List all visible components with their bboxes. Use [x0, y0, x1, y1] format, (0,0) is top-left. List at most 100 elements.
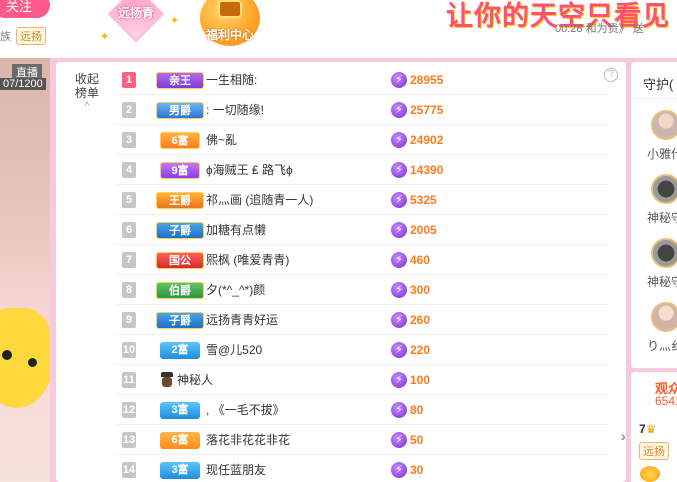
- user-name[interactable]: 祁灬画 (追随青一人): [206, 185, 313, 215]
- user-name[interactable]: 一生相随:: [206, 65, 257, 95]
- chevron-right-icon[interactable]: ›: [621, 428, 626, 444]
- rank-row[interactable]: 9 子爵 远扬青青好运 ⚡ 260: [116, 305, 608, 335]
- user-name[interactable]: : 一切随缘!: [206, 95, 264, 125]
- rank-row[interactable]: 7 国公 熙枫 (唯爱青青) ⚡ 460: [116, 245, 608, 275]
- gift-label: 远扬青: [117, 6, 154, 20]
- video-content: [2, 350, 12, 360]
- rank-badge: 3富: [160, 402, 200, 419]
- user-name[interactable]: 神秘人: [177, 365, 213, 395]
- chevron-up-icon: ^: [84, 101, 90, 112]
- rank-row[interactable]: 14 3富 现任蓝朋友 ⚡ 30: [116, 455, 608, 482]
- rank-number: 5: [122, 192, 136, 208]
- rank-number: 12: [122, 402, 136, 418]
- sparkle-icon: ✦: [100, 31, 110, 43]
- rank-row[interactable]: 2 男爵: 一切随缘! ⚡ 25775: [116, 95, 608, 125]
- viewers-panel: 观众 6541 7♛ 远扬: [631, 372, 677, 482]
- contribution-score: 100: [410, 373, 431, 387]
- collapse-label: 收起: [74, 72, 99, 86]
- lightning-icon: ⚡: [391, 432, 407, 448]
- rank-number: 11: [122, 372, 136, 388]
- guard-name: 神秘守: [647, 275, 677, 289]
- user-name[interactable]: 现任蓝朋友: [206, 455, 266, 482]
- lightning-icon: ⚡: [391, 252, 407, 268]
- rank-row[interactable]: 6 子爵 加糖有点懒 ⚡ 2005: [116, 215, 608, 245]
- lightning-icon: ⚡: [391, 222, 407, 238]
- rank-row[interactable]: 4 9富 ɸ海贼王 ₤ 路飞ɸ ⚡ 14390: [116, 155, 608, 185]
- rank-badge: 伯爵: [156, 282, 204, 299]
- sparkle-icon: ✦: [170, 15, 180, 27]
- user-name[interactable]: , 《一毛不拔》: [206, 395, 285, 425]
- rank-row[interactable]: 8 伯爵 夕(*^_^*)颜 ⚡ 300: [116, 275, 608, 305]
- rank-row[interactable]: 11 神秘人 ⚡ 100: [116, 365, 608, 395]
- gift-banner[interactable]: 远扬青: [107, 0, 165, 43]
- guard-name: り灬纟: [647, 339, 677, 353]
- rank-number: 3: [122, 132, 136, 148]
- lightning-icon: ⚡: [391, 72, 407, 88]
- rank-badge: 男爵: [156, 102, 204, 119]
- rank-number: 8: [122, 282, 136, 298]
- lightning-icon: ⚡: [391, 192, 407, 208]
- guard-name: 神秘守: [647, 211, 677, 225]
- lightning-icon: ⚡: [391, 372, 407, 388]
- collapse-label: 榜单: [74, 86, 99, 100]
- user-name[interactable]: 佛~亂: [206, 125, 237, 155]
- user-name[interactable]: 夕(*^_^*)颜: [206, 275, 265, 305]
- mystery-avatar-icon: [651, 174, 677, 204]
- contribution-score: 260: [410, 313, 431, 327]
- lightning-icon: ⚡: [391, 132, 407, 148]
- rank-badge: 6富: [160, 432, 200, 449]
- contribution-score: 220: [410, 343, 431, 357]
- rank-badge: 6富: [160, 132, 200, 149]
- fan-badge: 远扬: [16, 27, 46, 45]
- video-content: [28, 358, 37, 367]
- user-name[interactable]: ɸ海贼王 ₤ 路飞ɸ: [206, 155, 293, 185]
- avatar: [651, 302, 677, 332]
- contribution-score: 460: [410, 253, 431, 267]
- fans-label: 族: [0, 31, 11, 43]
- divider: [631, 98, 677, 99]
- viewer-level: 7♛: [639, 422, 656, 436]
- rank-number: 9: [122, 312, 136, 328]
- gift-icon[interactable]: [640, 466, 660, 482]
- contribution-score: 2005: [410, 223, 437, 237]
- crown-icon: ♛: [645, 422, 657, 436]
- lightning-icon: ⚡: [391, 312, 407, 328]
- user-name[interactable]: 落花非花花非花: [206, 425, 290, 455]
- lightning-icon: ⚡: [391, 282, 407, 298]
- user-name[interactable]: 熙枫 (唯爱青青): [206, 245, 289, 275]
- guard-item[interactable]: り灬纟: [631, 302, 677, 366]
- treasure-chest-icon: [218, 0, 242, 18]
- rank-number: 1: [122, 72, 136, 88]
- user-name[interactable]: 雪@儿520: [206, 335, 262, 365]
- user-name[interactable]: 加糖有点懒: [206, 215, 266, 245]
- collapse-rank-button[interactable]: 收起 榜单 ^: [72, 72, 102, 114]
- contribution-score: 24902: [410, 133, 444, 147]
- guard-item[interactable]: 神秘守: [631, 238, 677, 302]
- rank-badge: 2富: [160, 342, 200, 359]
- rank-number: 13: [122, 432, 136, 448]
- rank-row[interactable]: 13 6富 落花非花花非花 ⚡ 50: [116, 425, 608, 455]
- avatar: [651, 110, 677, 140]
- contribution-score: 25775: [410, 103, 444, 117]
- contribution-score: 28955: [410, 73, 444, 87]
- mystery-body: [162, 377, 172, 387]
- viewer-count: 07/1200: [0, 78, 46, 90]
- follow-button[interactable]: 关注: [0, 0, 50, 18]
- rank-badge: 子爵: [156, 222, 204, 239]
- rank-row[interactable]: 5 王爵 祁灬画 (追随青一人) ⚡ 5325: [116, 185, 608, 215]
- rank-badge: 亲王: [156, 72, 204, 89]
- rank-badge: 9富: [160, 162, 200, 179]
- rank-badge: 3富: [160, 462, 200, 479]
- welfare-center-button[interactable]: 福利中心: [200, 0, 260, 50]
- rank-row[interactable]: 1 亲王 一生相随: ⚡ 28955: [116, 65, 608, 95]
- rank-row[interactable]: 10 2富 雪@儿520 ⚡ 220: [116, 335, 608, 365]
- video-preview[interactable]: 直播 07/1200: [0, 58, 50, 482]
- guard-item[interactable]: 神秘守: [631, 174, 677, 238]
- rank-row[interactable]: 12 3富 , 《一毛不拔》 ⚡ 80: [116, 395, 608, 425]
- guard-item[interactable]: 小雅什: [631, 110, 677, 174]
- top-banner: 关注 族 远扬 远扬青 ✦ ✦ 福利中心 让你的天空只看见 00:28 和为贵》…: [0, 0, 677, 58]
- rank-row[interactable]: 3 6富 佛~亂 ⚡ 24902: [116, 125, 608, 155]
- level-number: 7: [639, 422, 646, 436]
- rank-number: 6: [122, 222, 136, 238]
- user-name[interactable]: 远扬青青好运: [206, 305, 278, 335]
